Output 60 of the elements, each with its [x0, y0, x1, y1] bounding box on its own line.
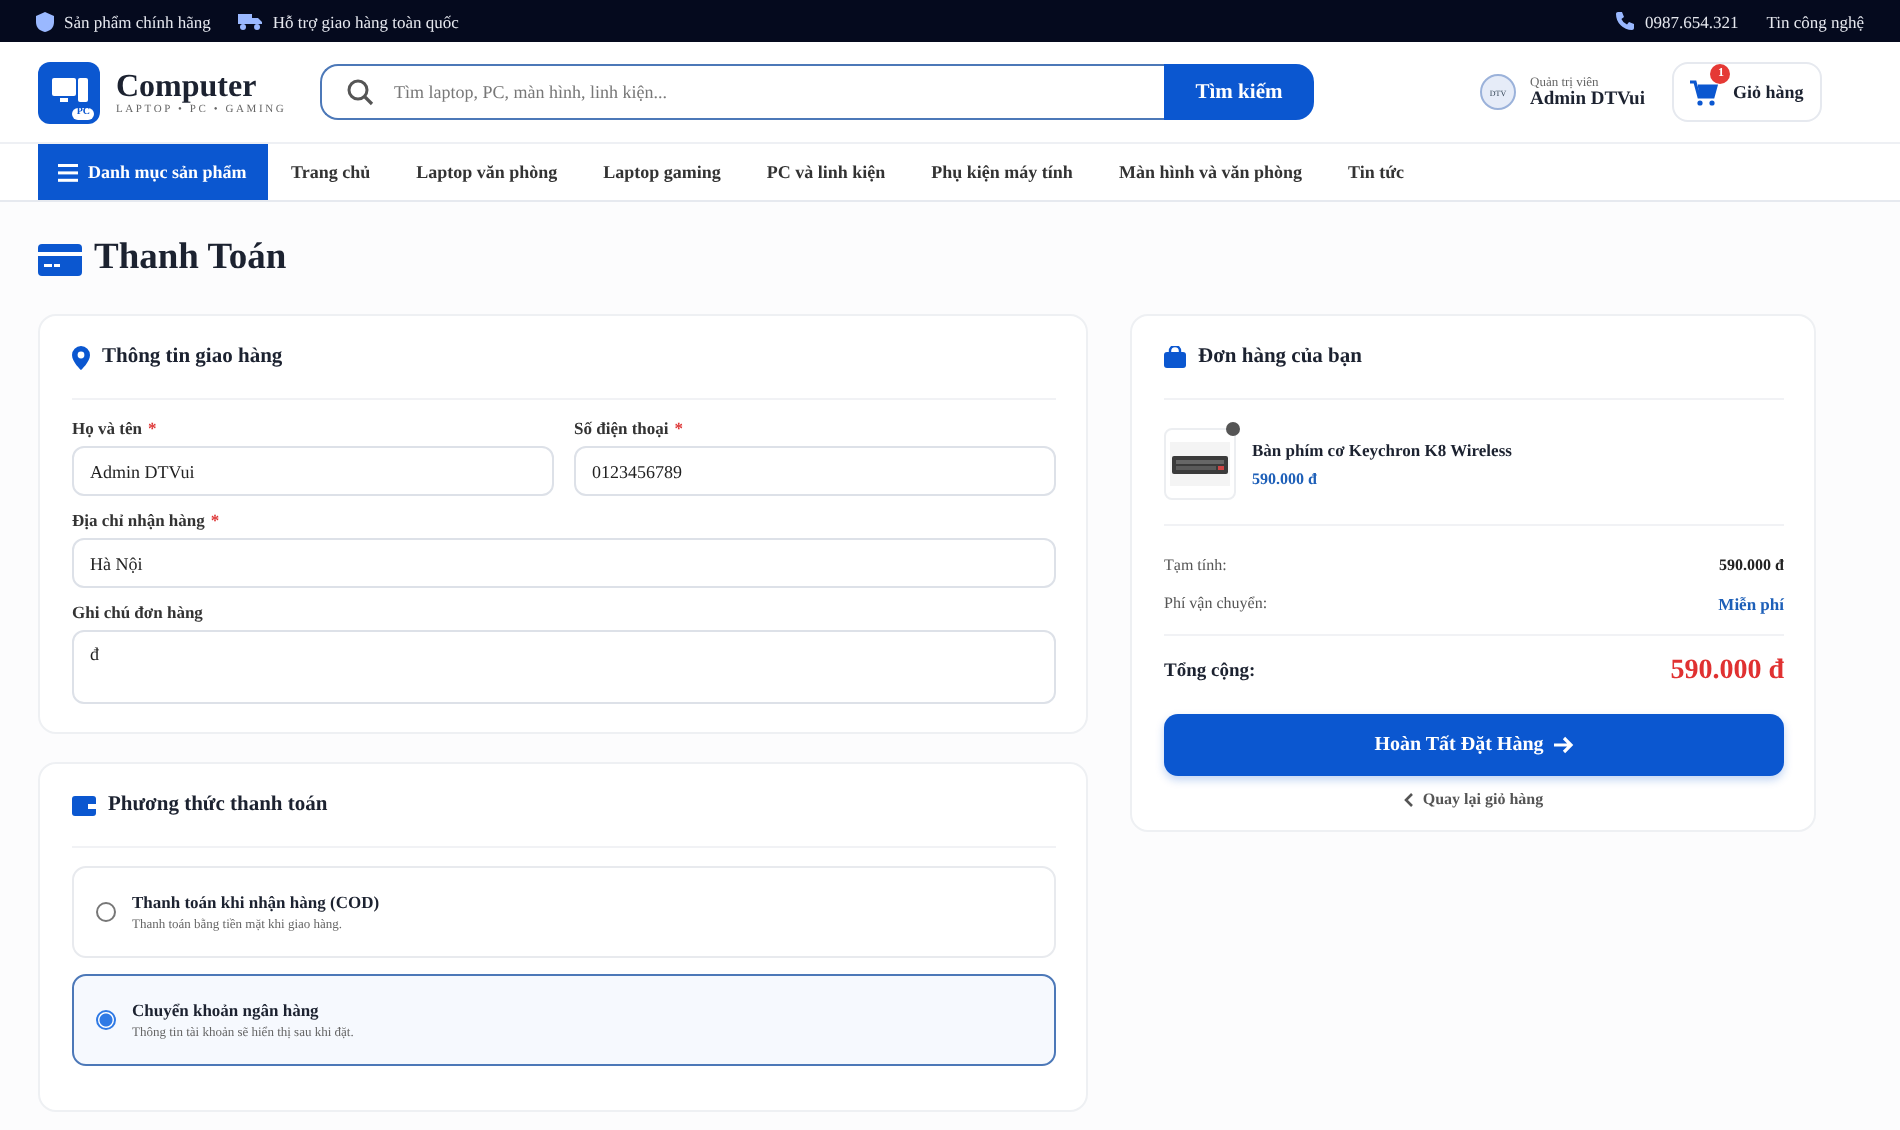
- option-name: Thanh toán khi nhận hàng (COD): [132, 892, 380, 912]
- nav-link[interactable]: PC và linh kiện: [743, 144, 909, 200]
- input-field[interactable]: Admin DTVui: [72, 446, 554, 496]
- summary-value: Miễn phí: [1718, 593, 1784, 613]
- chevron-left-icon: [1404, 791, 1415, 807]
- option-name: Chuyển khoản ngân hàng: [132, 1000, 321, 1020]
- field-label: Họ và tên: [72, 418, 142, 438]
- field-label: Số điện thoại: [574, 418, 669, 438]
- credit-card-icon: [38, 243, 82, 275]
- field-label: Ghi chú đơn hàng: [72, 602, 203, 622]
- cart-icon: [1690, 79, 1719, 105]
- nav-link[interactable]: Màn hình và văn phòng: [1095, 144, 1325, 200]
- location-pin-icon: [72, 345, 90, 369]
- search-icon: [346, 78, 374, 106]
- remove-badge[interactable]: [1226, 422, 1240, 436]
- arrow-right-icon: [1553, 736, 1574, 754]
- search-field[interactable]: Tìm laptop, PC, màn hình, linh kiện...: [320, 64, 1164, 120]
- back-to-cart-link[interactable]: Quay lại giỏ hàng: [1164, 776, 1784, 814]
- section-title: Phương thức thanh toán: [108, 794, 328, 816]
- nav-link[interactable]: Trang chủ: [268, 144, 394, 200]
- total-value: 590.000 đ: [1670, 655, 1784, 687]
- search-button[interactable]: Tìm kiếm: [1164, 64, 1314, 120]
- input-field[interactable]: 0123456789: [574, 446, 1056, 496]
- page-title: Thanh Toán: [94, 238, 287, 280]
- summary-label: Phí vận chuyển:: [1164, 594, 1268, 612]
- place-order-button[interactable]: Hoàn Tất Đặt Hàng: [1164, 714, 1784, 776]
- section-title: Thông tin giao hàng: [102, 346, 283, 368]
- product-price: 590.000 đ: [1252, 470, 1319, 488]
- product-name: Bàn phím cơ Keychron K8 Wireless: [1252, 440, 1512, 460]
- input-field[interactable]: Hà Nội: [72, 538, 1056, 588]
- logo-name: Computer: [116, 69, 259, 103]
- truck-icon: [238, 12, 263, 30]
- monitor-icon: [51, 78, 87, 106]
- radio-button[interactable]: [96, 1010, 116, 1030]
- nav-link[interactable]: Phụ kiện máy tính: [908, 144, 1096, 200]
- menu-icon: [58, 163, 78, 181]
- nav-link[interactable]: Tin tức: [1325, 144, 1427, 200]
- shopping-bag-icon: [1164, 346, 1186, 368]
- search-input[interactable]: Tìm laptop, PC, màn hình, linh kiện...: [394, 82, 1140, 102]
- section-title: Đơn hàng của bạn: [1198, 346, 1362, 368]
- wallet-icon: [72, 795, 96, 815]
- total-label: Tổng cộng:: [1164, 661, 1256, 681]
- radio-button[interactable]: [96, 902, 116, 922]
- summary-label: Tạm tính:: [1164, 556, 1227, 574]
- required-mark: *: [147, 418, 157, 438]
- news-link[interactable]: Tin công nghệ: [1766, 11, 1864, 31]
- summary-value: 590.000 đ: [1719, 556, 1784, 574]
- phone-number: 0987.654.321: [1644, 11, 1739, 31]
- nav-link[interactable]: Laptop văn phòng: [393, 144, 581, 200]
- note-field[interactable]: đ: [72, 630, 1056, 704]
- phone-icon: [1616, 12, 1635, 30]
- top-bar-text: Sản phẩm chính hãng: [64, 11, 211, 31]
- user-name: Admin DTVui: [1530, 89, 1645, 109]
- required-mark: *: [210, 510, 220, 530]
- required-mark: *: [674, 418, 683, 438]
- nav-link[interactable]: Laptop gaming: [580, 144, 744, 200]
- shield-icon: [36, 11, 54, 31]
- top-bar-text: Hỗ trợ giao hàng toàn quốc: [272, 11, 459, 31]
- field-label: Địa chỉ nhận hàng: [72, 510, 205, 530]
- category-menu-button[interactable]: Danh mục sản phẩm: [38, 144, 268, 200]
